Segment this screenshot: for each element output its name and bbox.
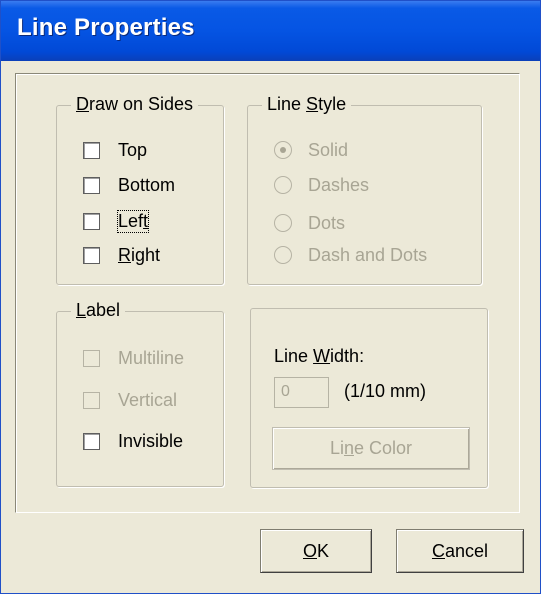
radio-dashes-circle[interactable] — [274, 176, 292, 194]
ok-button[interactable]: OK — [260, 529, 372, 573]
label-group-label: Label — [71, 298, 126, 322]
draw-on-sides-group: Draw on Sides Top Bottom Left Right — [56, 92, 224, 285]
draw-on-sides-label: Draw on Sides — [71, 92, 199, 116]
checkbox-top[interactable]: Top — [83, 137, 147, 163]
checkbox-left-box[interactable] — [83, 212, 100, 230]
checkbox-right[interactable]: Right — [83, 242, 160, 268]
radio-dots-label: Dots — [308, 212, 346, 233]
checkbox-left-label: Left — [116, 209, 150, 233]
radio-dash-and-dots[interactable]: Dash and Dots — [274, 242, 427, 268]
radio-dashes-label: Dashes — [308, 174, 370, 195]
line-width-group: Line Width: 0 (1/10 mm) Line Color — [250, 308, 488, 488]
ok-button-label: OK — [302, 540, 330, 561]
dialog-window: Line Properties Draw on Sides Top Bottom… — [0, 0, 541, 594]
checkbox-invisible-label: Invisible — [118, 430, 184, 451]
line-width-input[interactable]: 0 — [274, 377, 329, 408]
line-style-label: Line Style — [262, 92, 352, 116]
line-width-label: Line Width: — [274, 346, 365, 366]
checkbox-invisible-box[interactable] — [83, 432, 100, 450]
checkbox-bottom-box[interactable] — [83, 176, 100, 194]
content-panel: Draw on Sides Top Bottom Left Right Line… — [15, 73, 520, 513]
checkbox-right-box[interactable] — [83, 246, 100, 264]
radio-solid-circle[interactable] — [274, 141, 292, 159]
checkbox-right-label: Right — [118, 244, 161, 265]
checkbox-invisible[interactable]: Invisible — [83, 428, 183, 454]
radio-solid-label: Solid — [308, 139, 349, 160]
label-group: Label Multiline Vertical Invisible — [56, 298, 224, 487]
checkbox-bottom-label: Bottom — [118, 174, 176, 195]
checkbox-top-box[interactable] — [83, 141, 100, 159]
line-color-button[interactable]: Line Color — [272, 427, 470, 470]
line-style-group: Line Style Solid Dashes Dots Dash and Do… — [247, 92, 482, 285]
checkbox-multiline-box[interactable] — [83, 349, 100, 367]
radio-dots[interactable]: Dots — [274, 210, 345, 236]
title-bar[interactable]: Line Properties — [1, 1, 540, 61]
checkbox-top-label: Top — [118, 139, 148, 160]
radio-dash-and-dots-circle[interactable] — [274, 246, 292, 264]
checkbox-left[interactable]: Left — [83, 208, 150, 234]
checkbox-vertical-box[interactable] — [83, 391, 100, 409]
checkbox-vertical[interactable]: Vertical — [83, 387, 177, 413]
radio-dash-and-dots-label: Dash and Dots — [308, 244, 428, 265]
radio-dashes[interactable]: Dashes — [274, 172, 369, 198]
line-color-button-label: Line Color — [329, 438, 413, 458]
checkbox-vertical-label: Vertical — [118, 389, 178, 410]
checkbox-multiline[interactable]: Multiline — [83, 345, 184, 371]
cancel-button-label: Cancel — [431, 540, 489, 561]
radio-dots-circle[interactable] — [274, 214, 292, 232]
line-width-unit: (1/10 mm) — [344, 381, 427, 401]
cancel-button[interactable]: Cancel — [396, 529, 524, 573]
checkbox-multiline-label: Multiline — [118, 347, 185, 368]
checkbox-bottom[interactable]: Bottom — [83, 172, 175, 198]
window-title: Line Properties — [17, 14, 195, 41]
radio-solid[interactable]: Solid — [274, 137, 348, 163]
